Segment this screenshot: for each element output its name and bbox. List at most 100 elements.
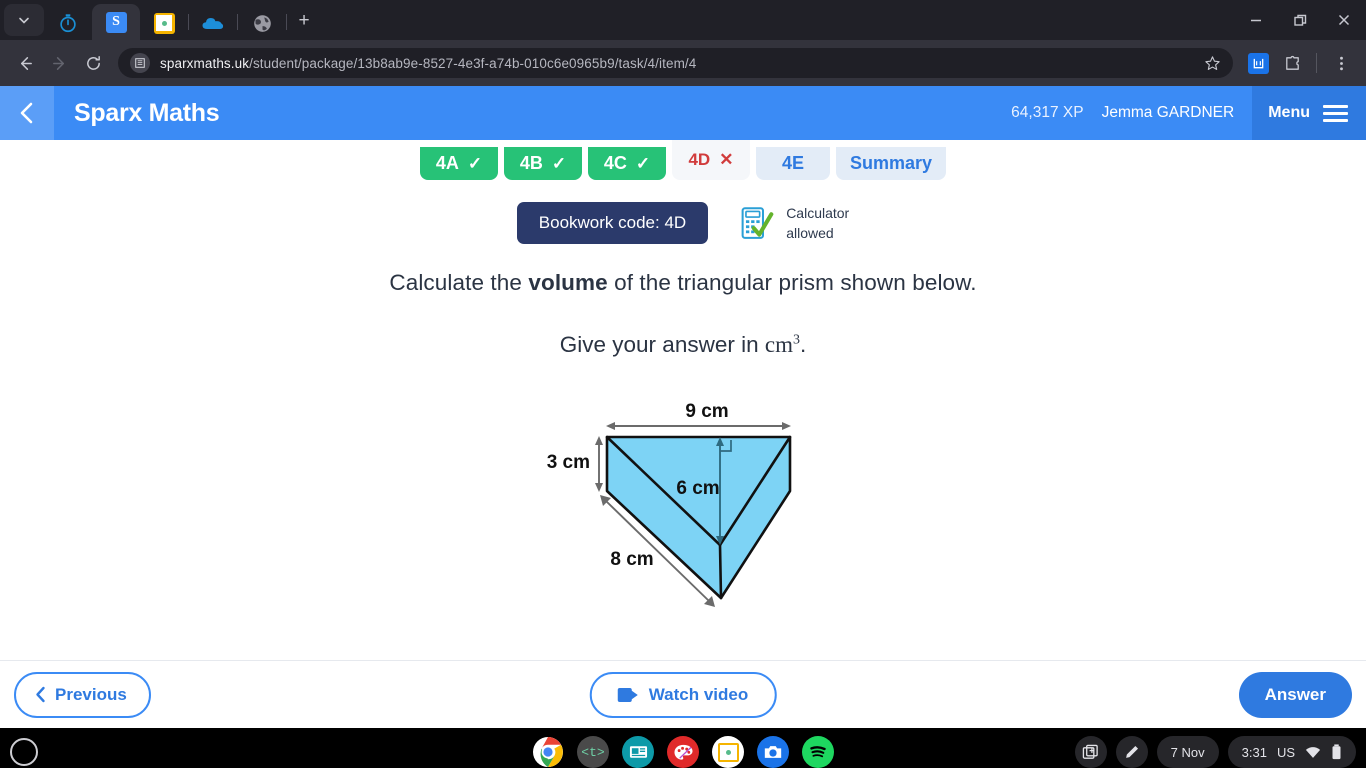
minimize-icon (1251, 19, 1261, 22)
question-line-2: Give your answer in cm3. (0, 332, 1366, 358)
label-height-6cm: 6 cm (676, 478, 719, 499)
kebab-menu-icon (1339, 56, 1343, 70)
building-icon (135, 58, 145, 68)
pinned-tab-classroom[interactable] (140, 6, 188, 40)
screen-capture-button[interactable] (1074, 736, 1107, 768)
system-taskbar: <t> 7 Nov 3:31 US (0, 728, 1366, 768)
news-app-icon (629, 746, 647, 758)
tab-4d[interactable]: 4D ✕ (671, 140, 750, 180)
pinned-tab-onedrive[interactable] (189, 6, 237, 40)
tab-4b-label: 4B (519, 153, 543, 173)
forward-button[interactable] (44, 48, 74, 78)
pinned-tab-sparx[interactable]: S (92, 4, 140, 40)
arrow-left-icon (20, 56, 32, 70)
extension-puzzle-icon (1285, 55, 1299, 70)
reload-button[interactable] (78, 48, 108, 78)
sparx-extension-button[interactable] (1243, 48, 1273, 78)
arrowhead-down (595, 483, 603, 492)
bookmark-button[interactable] (1204, 55, 1221, 72)
restore-window-icon (1293, 14, 1306, 26)
chrome-icon (533, 737, 563, 767)
sparx-extension-icon (1247, 52, 1269, 74)
stylus-button[interactable] (1115, 736, 1148, 768)
video-camera-icon (617, 687, 638, 702)
app-title: Sparx Maths (74, 98, 220, 127)
cloud-icon (202, 18, 224, 29)
question-keyword: volume (528, 270, 608, 295)
check-icon: ✓ (635, 153, 651, 173)
browser-toolbar: sparxmaths.uk/student/package/13b8ab9e-8… (0, 40, 1366, 86)
camera-icon (764, 746, 782, 758)
xp-counter: 64,317 XP (1011, 104, 1084, 121)
minimize-button[interactable] (1234, 0, 1278, 40)
sparx-header: Sparx Maths 64,317 XP Jemma GARDNER Menu (0, 86, 1366, 140)
taskbar-locale: US (1276, 744, 1295, 760)
tab-summary[interactable]: Summary (835, 147, 947, 180)
taskbar-time: 3:31 (1241, 744, 1267, 760)
address-bar[interactable]: sparxmaths.uk/student/package/13b8ab9e-8… (118, 48, 1233, 78)
page-content: 4A ✓ 4B ✓ 4C ✓ 4D ✕ 4E Summary Bookwork … (0, 140, 1366, 660)
pinned-tab-globe[interactable] (238, 6, 286, 40)
paint-palette-icon (673, 744, 693, 760)
menu-button[interactable]: Menu (1252, 86, 1366, 140)
tab-4d-label: 4D (688, 150, 711, 169)
stopwatch-icon (60, 14, 76, 33)
chrome-menu-button[interactable] (1326, 48, 1356, 78)
taskbar-camera[interactable] (757, 736, 789, 768)
screen-capture-icon (1082, 744, 1098, 759)
chevron-left-icon (20, 102, 33, 124)
user-name: Jemma GARDNER (1101, 104, 1235, 121)
date-button[interactable]: 7 Nov (1156, 736, 1219, 768)
battery-icon (1332, 744, 1341, 760)
tab-4e[interactable]: 4E (755, 147, 830, 180)
tab-4c[interactable]: 4C ✓ (587, 147, 666, 180)
taskbar-t-app[interactable]: <t> (577, 736, 609, 768)
restore-button[interactable] (1278, 0, 1322, 40)
tab-4b[interactable]: 4B ✓ (503, 147, 582, 180)
spotify-icon (805, 739, 831, 765)
bookwork-code-badge: Bookwork code: 4D (516, 202, 709, 244)
launcher-button[interactable] (10, 738, 38, 766)
tab-4a[interactable]: 4A ✓ (419, 147, 498, 180)
pinned-tab-timer[interactable] (44, 6, 92, 40)
answer-button[interactable]: Answer (1238, 671, 1352, 718)
site-info-icon[interactable] (130, 53, 150, 73)
star-icon (1205, 55, 1220, 70)
tab-list-chevron-button[interactable] (4, 4, 44, 36)
close-button[interactable] (1322, 0, 1366, 40)
unit-exponent: 3 (792, 332, 800, 348)
status-tray[interactable]: 3:31 US (1227, 736, 1356, 768)
back-button[interactable] (10, 48, 40, 78)
previous-button[interactable]: Previous (14, 671, 151, 718)
label-top-9cm: 9 cm (685, 401, 728, 422)
extensions-button[interactable] (1277, 48, 1307, 78)
taskbar-news-app[interactable] (622, 736, 654, 768)
header-right: 64,317 XP Jemma GARDNER Menu (1011, 86, 1366, 140)
tab-strip: S + (0, 0, 1366, 40)
header-back-button[interactable] (0, 86, 54, 140)
pen-icon (1125, 745, 1138, 758)
arrowhead-left (606, 422, 615, 430)
unit-cm-cubed: cm3 (765, 332, 800, 357)
new-tab-button[interactable]: + (287, 4, 321, 38)
taskbar-spotify[interactable] (802, 736, 834, 768)
previous-label: Previous (55, 684, 127, 704)
watch-video-label: Watch video (648, 684, 749, 704)
triangular-prism-diagram: 9 cm 3 cm 6 cm 8 cm (547, 401, 792, 607)
question-text-start: Calculate the (389, 270, 529, 295)
url-host: sparxmaths.uk (160, 55, 250, 71)
watch-video-button[interactable]: Watch video (589, 671, 777, 718)
hamburger-icon (1323, 104, 1348, 122)
taskbar-classroom[interactable] (712, 736, 744, 768)
arrowhead-up (595, 436, 603, 445)
taskbar-status-area: 7 Nov 3:31 US (1074, 736, 1356, 768)
arrowhead-right (782, 422, 791, 430)
taskbar-chrome[interactable] (532, 736, 564, 768)
tab-4a-label: 4A (435, 153, 459, 173)
taskbar-date: 7 Nov (1170, 744, 1205, 760)
label-left-3cm: 3 cm (547, 452, 590, 473)
taskbar-paint-app[interactable] (667, 736, 699, 768)
footer-bar: Previous Watch video Answer (0, 660, 1366, 728)
arrow-right-icon (52, 56, 64, 70)
question-line-1: Calculate the volume of the triangular p… (0, 270, 1366, 296)
